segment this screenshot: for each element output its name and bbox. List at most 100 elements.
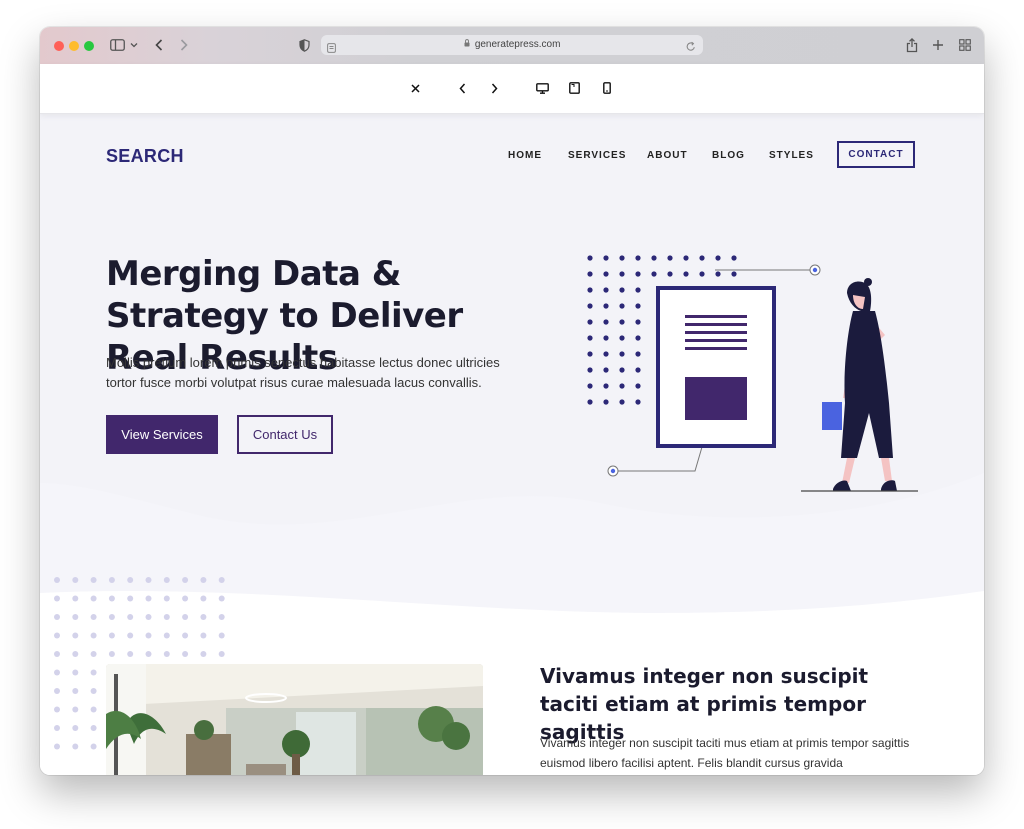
pattern-dot xyxy=(587,287,593,293)
pattern-dot xyxy=(163,595,170,602)
pattern-dot xyxy=(163,632,170,639)
pattern-dot xyxy=(200,651,207,657)
pattern-dot xyxy=(54,688,60,694)
tablet-icon[interactable] xyxy=(564,78,584,98)
view-services-button[interactable]: View Services xyxy=(106,415,218,454)
reload-icon[interactable] xyxy=(686,39,696,57)
section-text: Vivamus integer non suscipit taciti mus … xyxy=(540,736,910,770)
pattern-dot xyxy=(200,614,207,620)
pattern-dot xyxy=(635,271,641,277)
browser-window: generatepress.com SEARCH HOME SERVICES A… xyxy=(40,27,984,775)
pattern-dot xyxy=(127,632,134,639)
pattern-dot xyxy=(635,383,641,389)
pattern-dot xyxy=(163,614,170,620)
pattern-dot xyxy=(587,319,593,325)
office-photo xyxy=(106,664,483,775)
nav-home[interactable]: HOME xyxy=(508,150,542,161)
back-icon[interactable] xyxy=(152,35,166,55)
pattern-dot xyxy=(635,335,641,341)
share-icon[interactable] xyxy=(904,35,920,55)
pattern-dot xyxy=(619,367,625,373)
privacy-shield-icon[interactable] xyxy=(297,35,311,55)
pattern-dot xyxy=(587,271,593,277)
pattern-dot xyxy=(667,271,673,277)
pattern-dot xyxy=(619,287,625,293)
pattern-dot xyxy=(619,383,625,389)
close-icon[interactable] xyxy=(405,78,425,98)
pattern-dot xyxy=(218,651,225,657)
close-window-button[interactable] xyxy=(54,41,64,51)
pattern-dot xyxy=(90,632,97,639)
mobile-icon[interactable] xyxy=(597,78,617,98)
pattern-dot xyxy=(72,706,79,713)
pattern-dot xyxy=(603,351,609,357)
pattern-dot xyxy=(635,367,641,373)
pattern-dot xyxy=(587,367,593,373)
pattern-dot xyxy=(635,287,641,293)
contact-us-button[interactable]: Contact Us xyxy=(237,415,333,454)
pattern-dot xyxy=(127,595,134,602)
nav-styles[interactable]: STYLES xyxy=(769,150,814,161)
pattern-dot xyxy=(200,577,207,583)
pattern-dot xyxy=(145,577,152,583)
pattern-dot xyxy=(603,335,609,341)
pattern-dot xyxy=(619,351,625,357)
pattern-dot xyxy=(715,271,721,277)
tab-overview-icon[interactable] xyxy=(957,35,973,55)
pattern-dot xyxy=(182,632,189,639)
pattern-dot xyxy=(699,271,705,277)
sidebar-toggle-icon[interactable] xyxy=(109,35,125,55)
pattern-dot xyxy=(90,706,97,713)
pattern-dot xyxy=(54,632,60,639)
chevron-down-icon[interactable] xyxy=(129,35,139,55)
browser-toolbar: generatepress.com xyxy=(40,27,984,65)
pattern-dot xyxy=(54,669,60,676)
nav-about[interactable]: ABOUT xyxy=(647,150,688,161)
nav-blog[interactable]: BLOG xyxy=(712,150,745,161)
pattern-dot xyxy=(72,743,79,750)
pattern-dot xyxy=(127,614,134,620)
pattern-dot xyxy=(619,271,625,277)
lock-icon xyxy=(464,39,472,49)
pattern-dot xyxy=(635,255,641,261)
pattern-dot xyxy=(218,614,225,620)
pattern-dot xyxy=(163,577,170,583)
pattern-dot xyxy=(90,577,97,583)
pattern-dot xyxy=(72,725,79,731)
forward-icon[interactable] xyxy=(177,35,191,55)
pattern-dot xyxy=(619,255,625,261)
website-page: SEARCH HOME SERVICES ABOUT BLOG STYLES C… xyxy=(40,113,984,775)
pattern-dot xyxy=(90,651,97,657)
pattern-dot xyxy=(603,367,609,373)
pattern-dot xyxy=(72,614,79,620)
nav-contact-button[interactable]: CONTACT xyxy=(837,141,915,168)
desktop-icon[interactable] xyxy=(532,78,552,98)
site-logo[interactable]: SEARCH xyxy=(106,146,184,167)
pattern-dot xyxy=(72,669,79,676)
pattern-dot xyxy=(72,688,79,694)
url-text: generatepress.com xyxy=(321,35,703,55)
nav-services[interactable]: SERVICES xyxy=(568,150,626,161)
pattern-dot xyxy=(54,595,60,602)
pattern-dot xyxy=(145,614,152,620)
pattern-dot xyxy=(603,383,609,389)
pattern-dot xyxy=(72,595,79,602)
pattern-dot xyxy=(90,725,97,731)
address-bar[interactable]: generatepress.com xyxy=(321,35,703,55)
pattern-dot xyxy=(731,271,737,277)
pattern-dot xyxy=(182,595,189,602)
pattern-dot xyxy=(54,577,60,583)
minimize-window-button[interactable] xyxy=(69,41,79,51)
new-tab-icon[interactable] xyxy=(930,35,946,55)
maximize-window-button[interactable] xyxy=(84,41,94,51)
previous-icon[interactable] xyxy=(452,78,472,98)
pattern-dot xyxy=(54,743,60,750)
pattern-dot xyxy=(587,399,593,405)
pattern-dot xyxy=(715,255,721,261)
next-icon[interactable] xyxy=(484,78,504,98)
pattern-dot xyxy=(90,688,97,694)
pattern-dot xyxy=(163,651,170,657)
pattern-dot xyxy=(731,255,737,261)
pattern-dot xyxy=(635,351,641,357)
pattern-dot xyxy=(54,614,60,620)
